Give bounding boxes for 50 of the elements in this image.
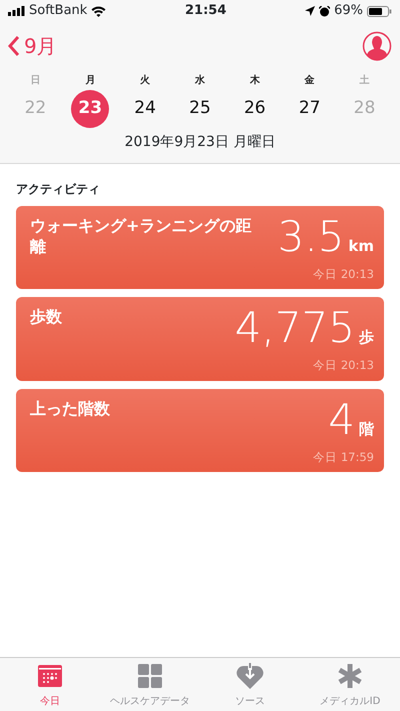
day-button[interactable]: 24: [126, 90, 164, 128]
metric-value: 4: [328, 398, 355, 440]
day-button[interactable]: 25: [180, 90, 219, 128]
card-title: 歩数: [30, 306, 62, 328]
signal-icon: [8, 6, 25, 16]
weekday-label: 火: [140, 74, 150, 88]
card-title: 上った階数: [30, 398, 110, 420]
day-button[interactable]: 23: [71, 90, 110, 128]
metric-value: 4,775: [234, 307, 355, 350]
metric-unit: km: [348, 236, 374, 257]
alarm-icon: [319, 6, 330, 16]
activity-card[interactable]: ウォーキング+ランニングの距離 3.5 km 今日 20:13: [16, 206, 384, 290]
metric-unit: 歩: [359, 327, 374, 348]
profile-icon[interactable]: [362, 31, 392, 61]
tab-button[interactable]: 今日: [0, 658, 100, 711]
metric-value: 3.5: [278, 216, 344, 258]
heart-download-icon: [236, 663, 264, 689]
activity-card[interactable]: 歩数 4,775 歩 今日 20:13: [16, 297, 384, 380]
tab-button[interactable]: メディカルID: [300, 658, 400, 711]
weekday-label: 木: [250, 74, 260, 88]
card-title: ウォーキング+ランニングの距離: [30, 215, 252, 258]
back-chevron-icon: [8, 35, 20, 57]
date-label: 2019年9月23日 月曜日: [124, 133, 276, 152]
weekday-label: 水: [194, 74, 205, 88]
calendar-icon: [38, 665, 62, 687]
metric-unit: 階: [359, 418, 374, 440]
wifi-icon: [91, 6, 106, 16]
day-button[interactable]: 28: [345, 90, 384, 128]
weekday-label: 月: [85, 74, 96, 88]
grid-icon: [138, 664, 162, 688]
location-icon: [305, 6, 316, 16]
day-button[interactable]: 22: [16, 90, 54, 128]
tab-button[interactable]: ヘルスケアデータ: [100, 658, 200, 711]
battery-icon: [366, 6, 392, 16]
day-button[interactable]: 26: [236, 90, 274, 128]
day-button[interactable]: 27: [290, 90, 329, 128]
status-time: 21:54: [185, 2, 226, 20]
updated-time: 今日 20:13: [313, 266, 374, 283]
back-button[interactable]: 9月: [8, 31, 57, 61]
activity-card[interactable]: 上った階数 4 階 今日 17:59: [16, 388, 384, 472]
weekday-label: 金: [304, 74, 315, 88]
asterisk-icon: [338, 664, 362, 688]
carrier-name: SoftBank: [29, 2, 88, 20]
weekday-label: 日: [30, 74, 40, 88]
battery-percent: 69%: [334, 2, 363, 20]
weekday-label: 土: [359, 74, 370, 88]
tab-button[interactable]: ソース: [200, 658, 300, 711]
updated-time: 今日 20:13: [313, 357, 374, 374]
section-title: アクティビティ: [16, 181, 101, 198]
updated-time: 今日 17:59: [313, 448, 374, 466]
